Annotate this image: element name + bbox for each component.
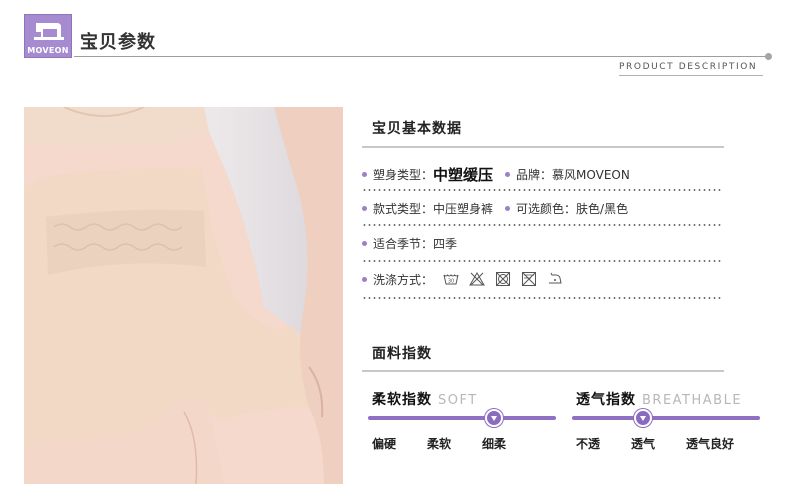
basic-data-rule — [362, 146, 724, 148]
softness-scale-bar — [368, 416, 556, 420]
spec-label: 款式类型： — [373, 201, 434, 216]
fabric-index-title: 面料指数 — [372, 346, 432, 362]
no-tumble-dry-icon — [495, 272, 511, 286]
logo-text: MOVEON — [27, 46, 69, 55]
spec-row-style-color: 款式类型： 中压塑身裤 可选颜色： 肤色/黑色 — [362, 197, 628, 219]
breathability-scale-label: 不透 — [576, 437, 601, 451]
spec-row-washing: 洗涤方式： 30 — [362, 268, 563, 290]
subtitle-underline — [619, 75, 763, 76]
product-photo — [24, 107, 343, 484]
softness-title-cn: 柔软指数 — [372, 392, 432, 408]
breathability-title: 透气指数 BREATHABLE — [576, 389, 742, 409]
breathability-marker — [634, 409, 652, 427]
spec-label: 洗涤方式： — [373, 272, 434, 287]
bullet — [505, 205, 511, 211]
header-divider-dot — [765, 53, 772, 60]
dotted-divider — [362, 260, 722, 262]
spec-value: 肤色/黑色 — [576, 201, 629, 216]
spec-row-shaping-brand: 塑身类型： 中塑缓压 品牌： 慕风MOVEON — [362, 163, 630, 185]
dotted-divider — [362, 224, 722, 226]
spec-label: 品牌： — [516, 167, 553, 182]
spec-label: 可选颜色： — [516, 201, 577, 216]
bullet — [362, 171, 367, 177]
wash-30-icon: 30 — [443, 272, 459, 286]
no-bleach-icon — [469, 272, 485, 286]
spec-label: 塑身类型： — [373, 167, 434, 182]
breathability-scale-label: 透气良好 — [686, 437, 735, 451]
basic-data-title: 宝贝基本数据 — [372, 121, 462, 137]
bullet — [505, 171, 511, 177]
bullet — [362, 276, 367, 282]
spec-value: 慕风MOVEON — [552, 167, 630, 182]
bullet — [362, 240, 367, 246]
bullet — [362, 205, 367, 211]
spec-value: 中压塑身裤 — [433, 201, 494, 216]
svg-text:30: 30 — [448, 279, 454, 285]
softness-marker — [485, 409, 503, 427]
breathability-title-en: BREATHABLE — [642, 393, 743, 408]
spec-value: 四季 — [433, 236, 458, 251]
no-dry-clean-icon — [521, 272, 537, 286]
spec-label: 适合季节： — [373, 236, 434, 251]
softness-title-en: SOFT — [438, 393, 478, 408]
softness-scale-label: 细柔 — [482, 437, 507, 451]
header-divider — [74, 56, 768, 57]
fabric-index-rule — [362, 370, 724, 372]
breathability-scale-bar — [572, 416, 760, 420]
sewing-machine-icon — [34, 23, 64, 40]
softness-scale-label: 偏硬 — [372, 437, 397, 451]
dotted-divider — [362, 297, 722, 299]
softness-title: 柔软指数 SOFT — [372, 389, 478, 409]
spec-value: 中塑缓压 — [433, 165, 494, 184]
page-title: 宝贝参数 — [80, 32, 156, 53]
breathability-scale-label: 透气 — [631, 437, 656, 451]
dotted-divider — [362, 189, 722, 191]
page-subtitle: PRODUCT DESCRIPTION — [619, 62, 758, 72]
breathability-title-cn: 透气指数 — [576, 392, 636, 408]
spec-row-season: 适合季节： 四季 — [362, 232, 457, 254]
softness-scale-label: 柔软 — [427, 437, 452, 451]
brand-logo: MOVEON — [24, 14, 72, 58]
low-iron-icon — [547, 272, 563, 286]
